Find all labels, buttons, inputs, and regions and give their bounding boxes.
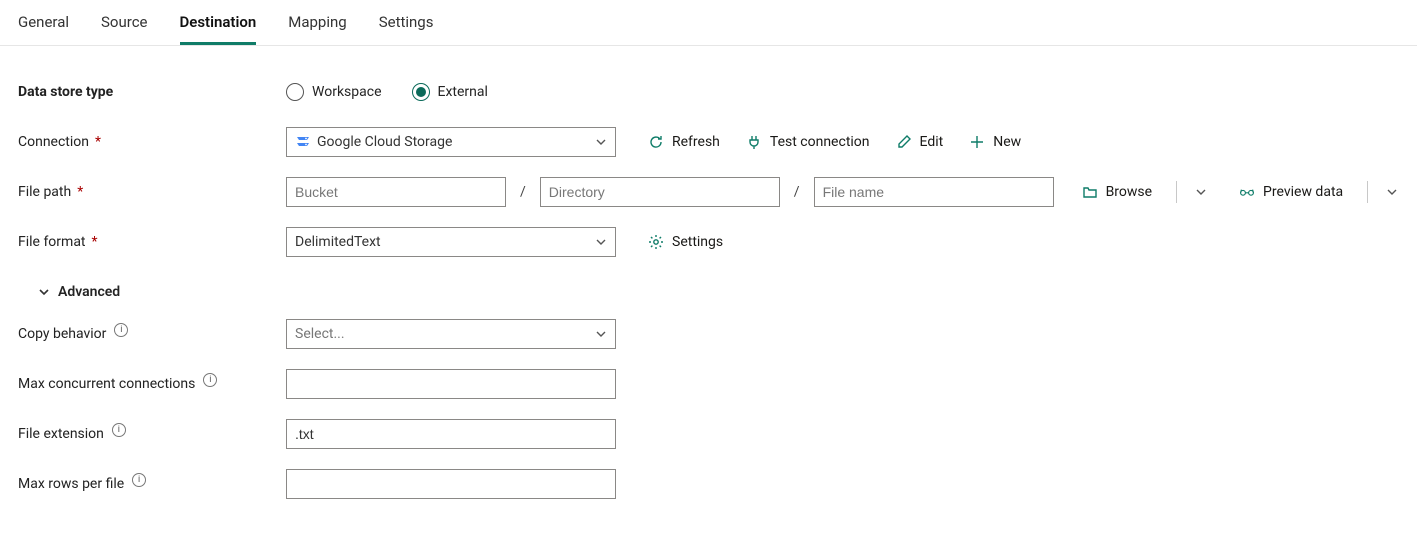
label-file-extension: File extension i — [18, 426, 286, 442]
radio-workspace[interactable]: Workspace — [286, 83, 382, 101]
tab-destination[interactable]: Destination — [180, 0, 257, 45]
chevron-down-icon — [1195, 186, 1207, 198]
advanced-toggle[interactable]: Advanced — [30, 284, 120, 300]
filename-input[interactable] — [814, 177, 1054, 207]
radio-circle-checked-icon — [412, 83, 430, 101]
refresh-icon — [648, 134, 664, 150]
preview-data-label: Preview data — [1263, 184, 1343, 200]
label-file-path: File path* — [18, 184, 286, 200]
file-extension-input[interactable] — [286, 419, 616, 449]
radio-circle-icon — [286, 83, 304, 101]
pencil-icon — [896, 134, 912, 150]
bucket-input[interactable] — [286, 177, 506, 207]
label-file-format: File format* — [18, 234, 286, 250]
refresh-label: Refresh — [672, 134, 720, 150]
advanced-label: Advanced — [58, 284, 120, 300]
edit-label: Edit — [920, 134, 944, 150]
browse-dropdown[interactable] — [1176, 181, 1207, 203]
refresh-button[interactable]: Refresh — [640, 127, 728, 157]
info-icon[interactable]: i — [114, 323, 128, 337]
max-concurrent-input[interactable] — [286, 369, 616, 399]
format-settings-label: Settings — [672, 234, 723, 250]
label-connection: Connection* — [18, 134, 286, 150]
connection-value: Google Cloud Storage — [317, 134, 587, 150]
tab-source[interactable]: Source — [101, 0, 147, 45]
info-icon[interactable]: i — [112, 423, 126, 437]
gcs-icon — [295, 134, 311, 150]
radio-external[interactable]: External — [412, 83, 488, 101]
radio-workspace-label: Workspace — [312, 84, 382, 100]
folder-icon — [1082, 184, 1098, 200]
chevron-down-icon — [1386, 186, 1398, 198]
new-button[interactable]: New — [961, 127, 1029, 157]
preview-dropdown[interactable] — [1367, 181, 1398, 203]
preview-data-button[interactable]: Preview data — [1231, 177, 1351, 207]
copy-behavior-placeholder: Select... — [295, 326, 587, 342]
label-data-store-type: Data store type — [18, 84, 286, 100]
tab-settings[interactable]: Settings — [379, 0, 434, 45]
label-copy-behavior: Copy behavior i — [18, 326, 286, 342]
info-icon[interactable]: i — [203, 373, 217, 387]
tabs-bar: General Source Destination Mapping Setti… — [0, 0, 1417, 46]
gear-icon — [648, 234, 664, 250]
chevron-down-icon — [595, 328, 607, 340]
copy-behavior-select[interactable]: Select... — [286, 319, 616, 349]
chevron-down-icon — [595, 236, 607, 248]
format-settings-button[interactable]: Settings — [640, 227, 731, 257]
chevron-down-icon — [595, 136, 607, 148]
test-connection-label: Test connection — [770, 134, 870, 150]
radio-external-label: External — [438, 84, 488, 100]
file-format-value: DelimitedText — [295, 234, 587, 250]
browse-button[interactable]: Browse — [1074, 177, 1160, 207]
connection-select[interactable]: Google Cloud Storage — [286, 127, 616, 157]
destination-form: Data store type Workspace External Conne… — [0, 46, 1417, 534]
new-label: New — [993, 134, 1021, 150]
glasses-icon — [1239, 184, 1255, 200]
directory-input[interactable] — [540, 177, 780, 207]
browse-label: Browse — [1106, 184, 1152, 200]
test-connection-button[interactable]: Test connection — [738, 127, 878, 157]
plug-icon — [746, 134, 762, 150]
file-format-select[interactable]: DelimitedText — [286, 227, 616, 257]
path-separator: / — [516, 184, 530, 200]
chevron-down-icon — [38, 286, 50, 298]
max-rows-input[interactable] — [286, 469, 616, 499]
label-max-rows: Max rows per file i — [18, 476, 286, 492]
path-separator: / — [790, 184, 804, 200]
edit-button[interactable]: Edit — [888, 127, 952, 157]
info-icon[interactable]: i — [132, 473, 146, 487]
plus-icon — [969, 134, 985, 150]
label-max-concurrent: Max concurrent connections i — [18, 376, 286, 392]
tab-mapping[interactable]: Mapping — [288, 0, 346, 45]
tab-general[interactable]: General — [18, 0, 69, 45]
